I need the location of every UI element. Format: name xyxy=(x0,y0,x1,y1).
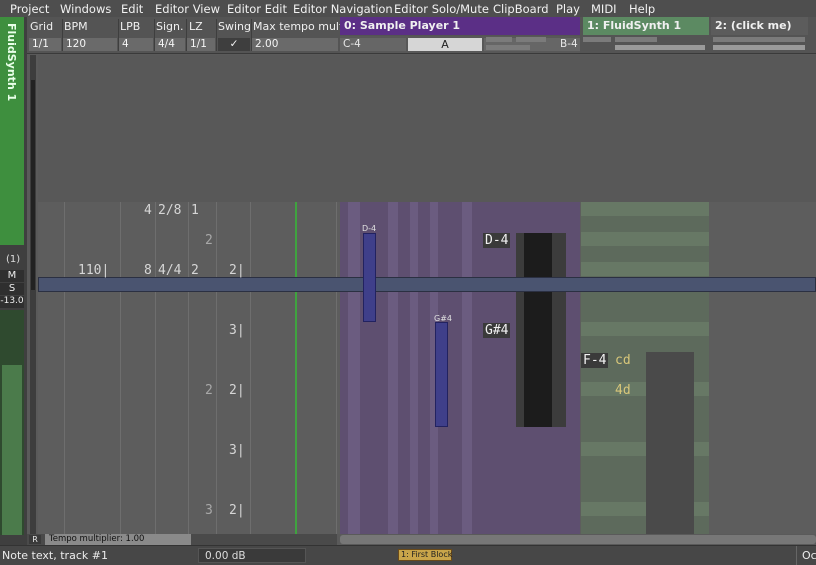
status-text: Note text, track #1 xyxy=(2,549,108,562)
cursor-row xyxy=(38,277,816,292)
lpb-cell: 8 xyxy=(144,263,152,278)
instrument-slider[interactable] xyxy=(713,37,805,42)
db-label: 0.00 dB xyxy=(205,550,246,562)
range-low[interactable]: C-4 xyxy=(340,38,406,51)
swing-label: Swing xyxy=(218,20,251,33)
instrument-slider[interactable] xyxy=(615,37,657,42)
menu-project[interactable]: Project xyxy=(10,2,49,16)
note-small-label: G#4 xyxy=(434,314,452,323)
instrument-slider[interactable] xyxy=(583,37,611,42)
instrument-header-label: 0: Sample Player 1 xyxy=(344,19,461,32)
beat-cell: 3 xyxy=(205,503,213,518)
instrument-header-sample-player[interactable]: 0: Sample Player 1 xyxy=(340,17,580,35)
block-label: 1: First Block xyxy=(401,550,453,559)
note-text[interactable]: F-4 xyxy=(581,353,609,368)
note-text[interactable]: G#4 xyxy=(483,323,511,338)
grid-label: Grid xyxy=(30,20,54,33)
range-mid[interactable]: A xyxy=(408,38,482,51)
beat-cell: 2 xyxy=(205,233,213,248)
menu-editor-solo-mute[interactable]: Editor Solo/Mute xyxy=(394,2,489,16)
note-velocity-text[interactable]: 4d xyxy=(615,383,631,398)
track-name-panel[interactable]: FluidSynth 1 xyxy=(0,17,24,245)
menu-help[interactable]: Help xyxy=(629,2,655,16)
note-small-label: D-4 xyxy=(362,224,377,233)
block-item[interactable]: 1: First Block xyxy=(398,549,452,561)
signature-field[interactable]: 4/4 xyxy=(155,38,185,51)
r-button[interactable]: R xyxy=(29,535,41,544)
horizontal-scrollbar[interactable] xyxy=(340,535,816,544)
tempo-multiplier-slider[interactable]: Tempo multiplier: 1.00 xyxy=(45,534,191,545)
track-number: (1) xyxy=(6,254,21,265)
bpm-field[interactable]: 120 xyxy=(63,38,117,51)
instrument-header-label: 2: (click me) xyxy=(715,19,792,32)
lpb-cell: 4 xyxy=(144,203,152,218)
track-name-label: FluidSynth 1 xyxy=(5,23,18,102)
velocity-shape-fluidsynth[interactable] xyxy=(646,352,694,534)
instrument-slider[interactable] xyxy=(486,45,530,50)
menu-editor-view[interactable]: Editor View xyxy=(155,2,220,16)
db-slider[interactable]: 0.00 dB xyxy=(198,548,306,563)
tempo-multiplier-label: Tempo multiplier: 1.00 xyxy=(49,534,145,544)
lpb-label: LPB xyxy=(120,20,141,33)
instrument-header-fluidsynth[interactable]: 1: FluidSynth 1 xyxy=(583,17,709,35)
lz-cell: 2 xyxy=(191,263,199,278)
max-tempo-field[interactable]: 2.00 xyxy=(252,38,338,51)
instrument-header-click-me[interactable]: 2: (click me) xyxy=(711,17,808,35)
signature-cell: 2/8 xyxy=(158,203,182,218)
menu-edit[interactable]: Edit xyxy=(121,2,143,16)
lz-cell: 1 xyxy=(191,203,199,218)
lz-label: LZ xyxy=(189,20,203,33)
lpb-field[interactable]: 4 xyxy=(119,38,153,51)
note-text[interactable]: D-4 xyxy=(483,233,511,248)
status-oc: Oc xyxy=(802,549,816,562)
menu-editor-navigation[interactable]: Editor Navigation xyxy=(293,2,393,16)
max-tempo-label: Max tempo multi xyxy=(253,20,347,33)
vu-meter-level xyxy=(2,365,22,535)
instrument-slider[interactable] xyxy=(713,45,805,50)
bpm-value-cell: 110| xyxy=(78,263,110,278)
menu-play[interactable]: Play xyxy=(556,2,580,16)
instrument-slider[interactable] xyxy=(615,45,705,50)
vertical-scrollbar[interactable] xyxy=(30,55,36,534)
menu-windows[interactable]: Windows xyxy=(60,2,111,16)
beat-cell: 2| xyxy=(229,263,245,278)
beat-cell: 2 xyxy=(205,383,213,398)
beat-cell: 2| xyxy=(229,503,245,518)
mute-button[interactable]: M xyxy=(0,270,24,282)
beat-cell: 3| xyxy=(229,323,245,338)
note-block[interactable] xyxy=(363,233,376,322)
instrument-slider[interactable] xyxy=(516,37,546,42)
beat-cell: 2| xyxy=(229,383,245,398)
menu-clipboard[interactable]: ClipBoard xyxy=(493,2,549,16)
note-velocity-text[interactable]: cd xyxy=(615,353,631,368)
bpm-label: BPM xyxy=(64,20,88,33)
note-block[interactable] xyxy=(435,322,448,427)
menu-bar: Project Windows Edit Editor View Editor … xyxy=(0,0,816,17)
instrument-header-label: 1: FluidSynth 1 xyxy=(587,19,682,32)
menu-midi[interactable]: MIDI xyxy=(591,2,617,16)
scrollbar-thumb[interactable] xyxy=(31,80,35,290)
signature-cell: 4/4 xyxy=(158,263,182,278)
velocity-shape[interactable] xyxy=(524,233,552,427)
beat-cell: 3| xyxy=(229,443,245,458)
volume-readout[interactable]: -13.0 xyxy=(0,296,24,308)
grid-field[interactable]: 1/1 xyxy=(29,38,61,51)
solo-button[interactable]: S xyxy=(0,283,24,295)
menu-editor-edit[interactable]: Editor Edit xyxy=(227,2,287,16)
instrument-slider[interactable] xyxy=(486,37,512,42)
lz-field[interactable]: 1/1 xyxy=(187,38,215,51)
playback-position-line xyxy=(295,202,297,534)
swing-checkbox[interactable]: ✓ xyxy=(218,38,250,51)
status-bar: Note text, track #1 0.00 dB 1: First Blo… xyxy=(0,545,816,565)
signature-label: Sign. xyxy=(156,20,184,33)
